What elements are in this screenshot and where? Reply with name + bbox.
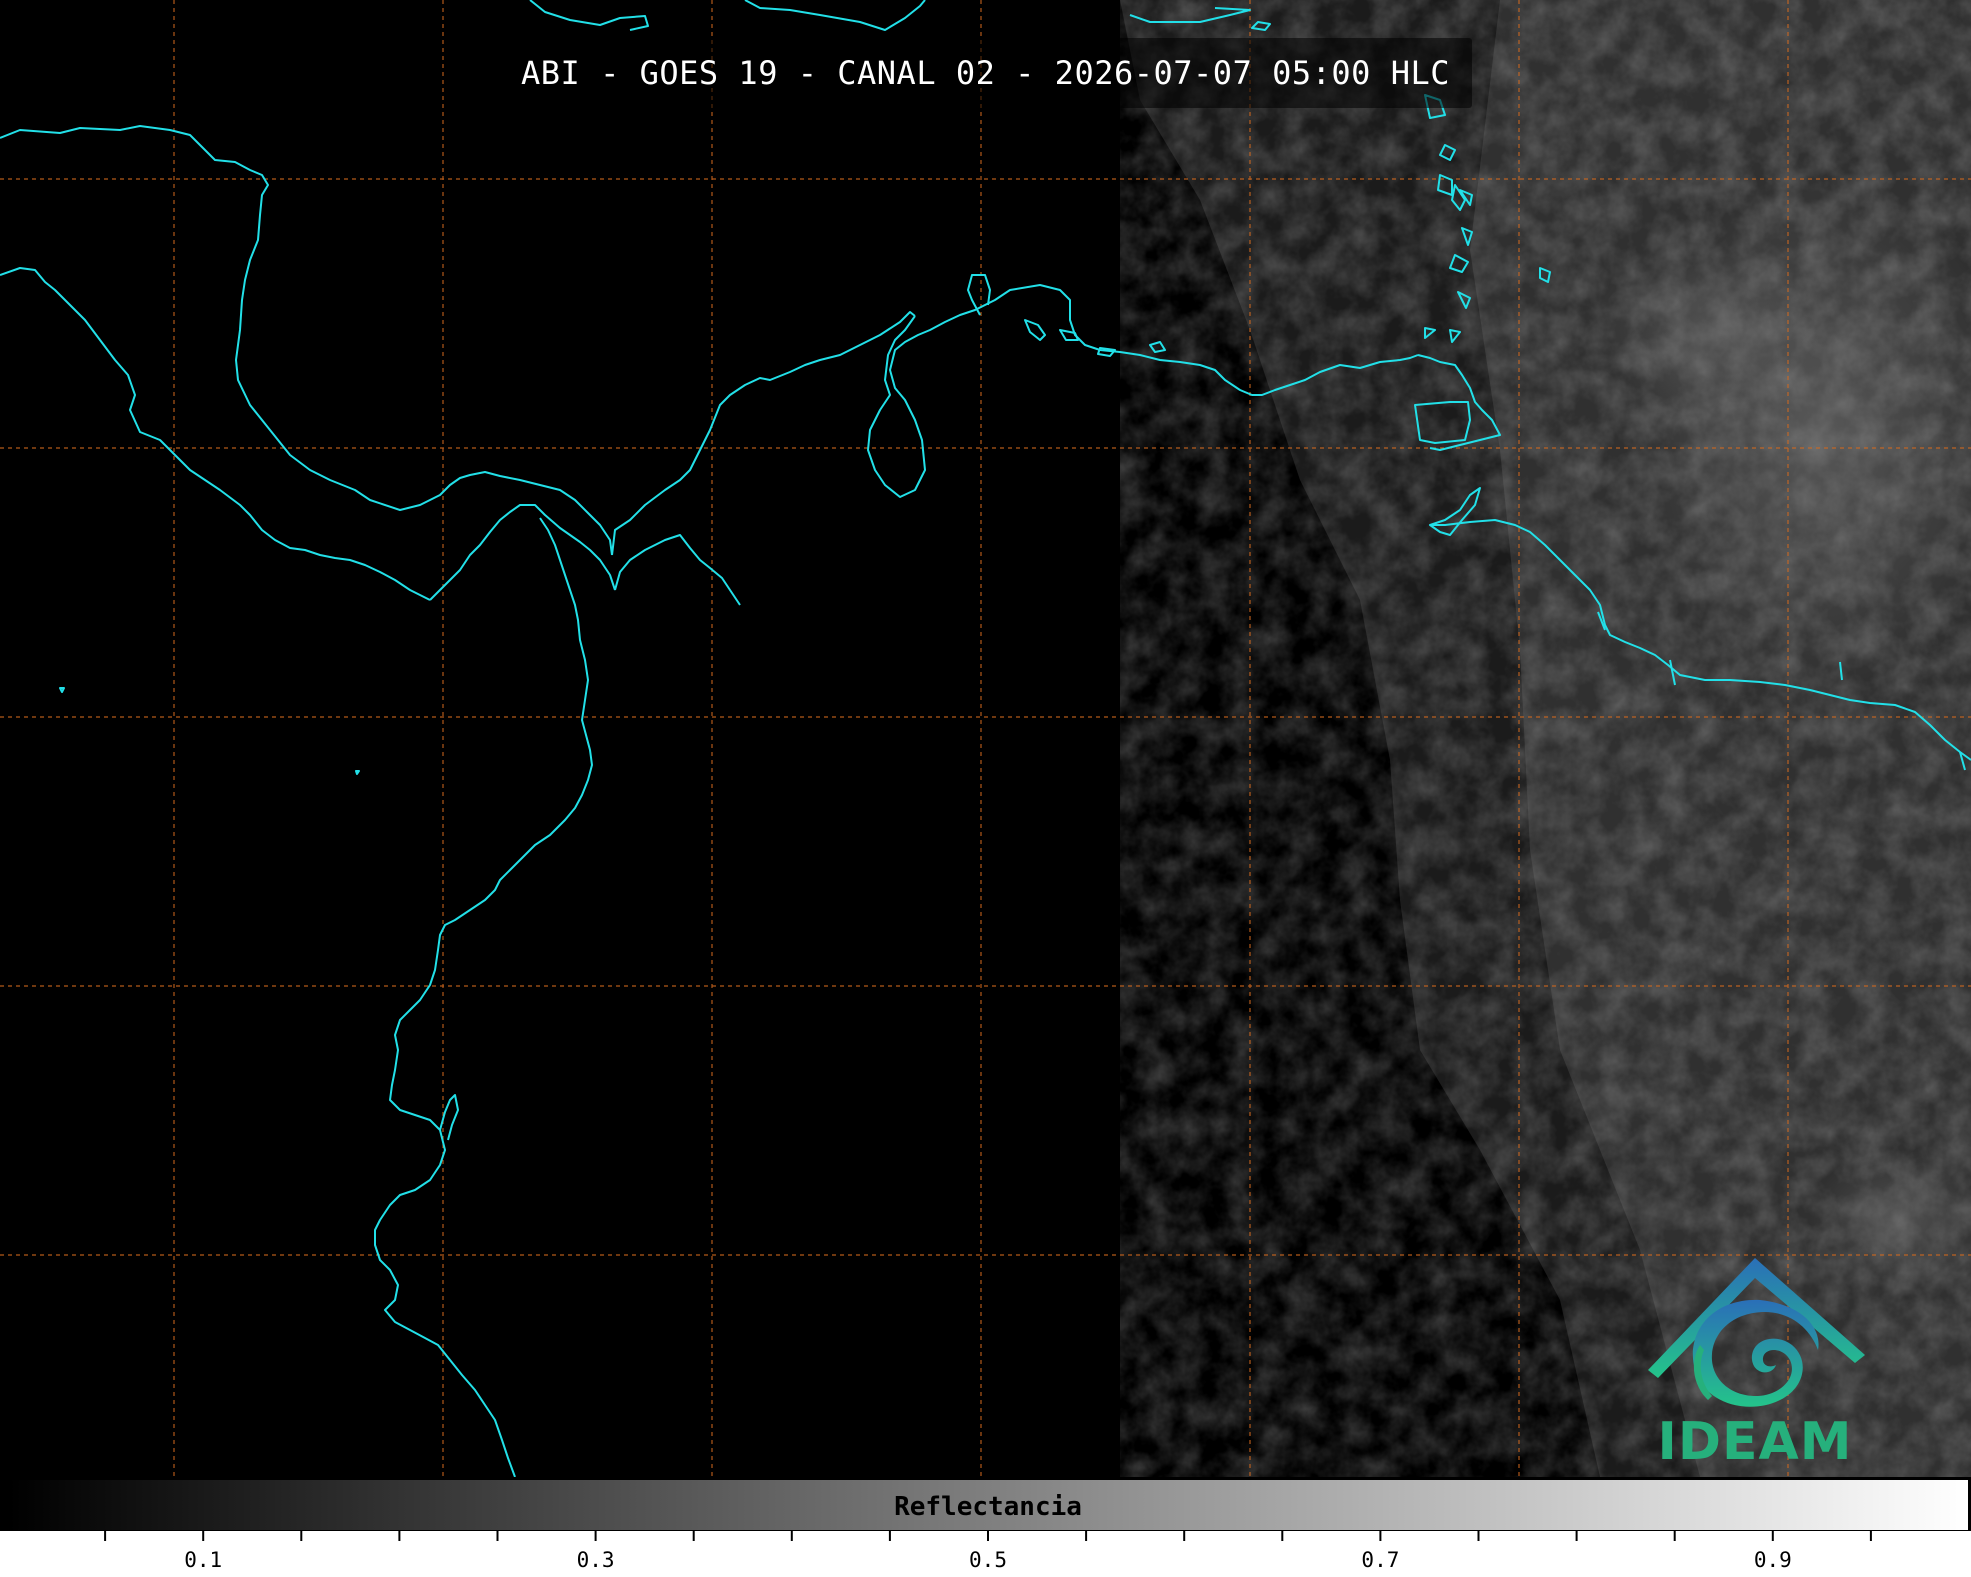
- satellite-map-view: ABI - GOES 19 - CANAL 02 - 2026-07-07 05…: [0, 0, 1971, 1577]
- colorbar-label: Reflectancia: [894, 1492, 1082, 1522]
- colorbar-tick-label: 0.7: [1361, 1548, 1399, 1572]
- ideam-logo-text: IDEAM: [1657, 1412, 1853, 1472]
- cloud-bright-patch: [1580, 240, 1820, 420]
- colorbar-tick-label: 0.9: [1754, 1548, 1792, 1572]
- colorbar-axis-svg: 0.1 0.3 0.5 0.7 0.9: [104, 1531, 1872, 1572]
- colorbar-axis: 0.1 0.3 0.5 0.7 0.9: [0, 1531, 1971, 1577]
- colorbar-tick-label: 0.1: [184, 1548, 222, 1572]
- colorbar: Reflectancia: [7, 1479, 1969, 1531]
- colorbar-tick-label: 0.3: [577, 1548, 615, 1572]
- colorbar-tick-label: 0.5: [969, 1548, 1007, 1572]
- logo-spiral-mark: [1692, 1299, 1819, 1407]
